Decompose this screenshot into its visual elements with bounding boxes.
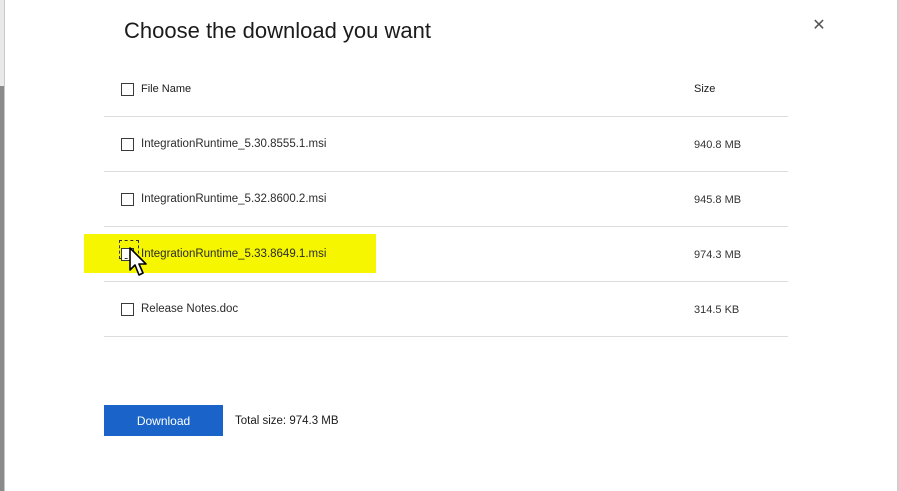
row-checkbox[interactable] [121,138,134,151]
header-size: Size [694,83,716,95]
row-checkbox[interactable] [121,303,134,316]
dialog-title: Choose the download you want [124,18,431,43]
total-size-label: Total size: 974.3 MB [235,415,339,427]
file-size: 940.8 MB [694,139,742,151]
table-row[interactable]: IntegrationRuntime_5.32.8600.2.msi 945.8… [104,172,788,227]
table-row[interactable]: IntegrationRuntime_5.30.8555.1.msi 940.8… [104,117,788,172]
row-checkbox[interactable] [121,193,134,206]
file-name: IntegrationRuntime_5.32.8600.2.msi [141,193,327,205]
file-size: 974.3 MB [694,249,742,261]
table-header: File Name Size [104,68,788,117]
file-name: IntegrationRuntime_5.30.8555.1.msi [141,138,327,150]
download-button[interactable]: Download [104,405,223,436]
close-icon[interactable]: ✕ [811,18,827,34]
file-size: 314.5 KB [694,304,740,316]
file-name: IntegrationRuntime_5.33.8649.1.msi [141,248,327,260]
select-all-checkbox[interactable] [121,83,134,96]
header-file-name: File Name [141,83,192,95]
table-row[interactable]: IntegrationRuntime_5.33.8649.1.msi 974.3… [104,227,788,282]
file-name: Release Notes.doc [141,303,239,315]
file-size: 945.8 MB [694,194,742,206]
table-row[interactable]: Release Notes.doc 314.5 KB [104,282,788,337]
file-table: File Name Size IntegrationRuntime_5.30.8… [104,68,788,337]
mouse-cursor-icon [129,247,147,276]
